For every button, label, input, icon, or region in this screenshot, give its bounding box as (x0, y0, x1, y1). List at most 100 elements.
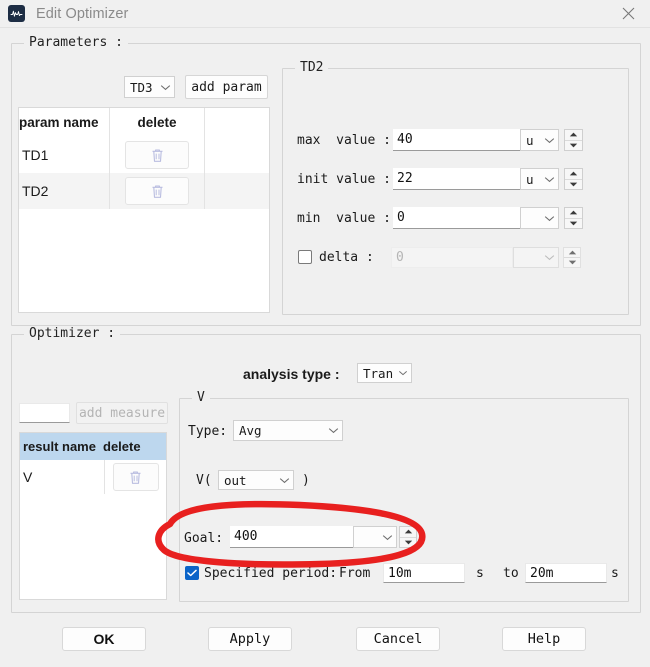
delta-value-input: 0 (391, 247, 513, 268)
to-label: to (503, 566, 519, 581)
stepper-down-icon (564, 258, 580, 267)
goal-input[interactable]: 400 (230, 526, 353, 548)
footer-button-bar: OK Apply Cancel Help (0, 620, 650, 667)
max-value-label: max value : (297, 133, 391, 148)
max-value-text: 40 (397, 132, 413, 147)
param-select-value: TD3 (130, 79, 153, 95)
analysis-type-select[interactable]: Tran (357, 363, 412, 383)
ok-label: OK (93, 631, 115, 647)
param-row-spacer (205, 137, 269, 173)
stepper-up-icon[interactable] (565, 208, 582, 219)
parameters-group-title: Parameters : (24, 35, 128, 50)
table-row[interactable]: V (20, 460, 166, 494)
param-select[interactable]: TD3 (124, 76, 175, 98)
result-header-delete: delete (103, 439, 141, 454)
result-table-header: result name delete (20, 433, 166, 460)
help-label: Help (527, 631, 561, 647)
max-value-input[interactable]: 40 (393, 129, 520, 151)
stepper-down-icon[interactable] (565, 180, 582, 190)
stepper-up-icon[interactable] (565, 169, 582, 180)
chevron-down-icon (544, 215, 555, 222)
init-value-stepper[interactable] (564, 168, 583, 190)
to-unit-label: s (611, 566, 619, 581)
parameters-header-delete: delete (110, 108, 205, 137)
min-value-input[interactable]: 0 (393, 207, 520, 229)
init-value-label: init value : (297, 172, 391, 187)
parameters-header-name: param name (19, 108, 110, 137)
add-param-button[interactable]: add param (185, 75, 268, 99)
cancel-button[interactable]: Cancel (356, 627, 440, 651)
to-value-text: 20m (530, 565, 554, 581)
param-row-delete-cell[interactable] (110, 173, 205, 209)
stepper-down-icon[interactable] (400, 538, 416, 548)
from-value-text: 10m (388, 565, 412, 581)
goal-stepper[interactable] (399, 526, 417, 548)
signal-prefix-label: V( (196, 473, 212, 488)
table-row[interactable]: TD2 (19, 173, 269, 209)
param-detail-group: TD2 (282, 60, 629, 315)
ok-button[interactable]: OK (62, 627, 146, 651)
goal-value-text: 400 (234, 529, 258, 544)
add-measure-button[interactable]: add measure (76, 402, 168, 424)
min-value-label: min value : (297, 211, 391, 226)
param-row-name: TD1 (19, 137, 110, 173)
chevron-down-icon (398, 370, 408, 376)
add-param-label: add param (191, 79, 262, 95)
parameters-table-header: param name delete (19, 108, 269, 137)
stepper-up-icon[interactable] (565, 130, 582, 141)
chevron-down-icon (544, 176, 555, 183)
to-input[interactable]: 20m (525, 563, 607, 583)
min-unit-select[interactable] (520, 207, 559, 229)
delta-label: delta : (319, 250, 374, 265)
init-unit-value: u (526, 171, 534, 187)
waveform-icon (8, 5, 25, 22)
max-value-stepper[interactable] (564, 129, 583, 151)
signal-value: out (224, 472, 247, 488)
chevron-down-icon (328, 427, 339, 434)
trash-icon[interactable] (112, 463, 159, 491)
init-unit-select[interactable]: u (520, 168, 559, 190)
optimizer-group-title: Optimizer : (24, 326, 121, 341)
max-unit-value: u (526, 132, 534, 148)
stepper-up-icon[interactable] (400, 527, 416, 538)
param-row-spacer (205, 173, 269, 209)
specified-period-checkbox[interactable] (185, 566, 199, 580)
chevron-down-icon (544, 137, 555, 144)
from-input[interactable]: 10m (383, 563, 465, 583)
goal-unit-select[interactable] (353, 526, 397, 548)
result-header-name: result name (23, 439, 96, 454)
window-title: Edit Optimizer (36, 5, 129, 22)
min-value-stepper[interactable] (564, 207, 583, 229)
table-row[interactable]: TD1 (19, 137, 269, 173)
stepper-up-icon (564, 248, 580, 258)
type-select[interactable]: Avg (233, 420, 343, 441)
parameters-header-spacer (205, 108, 269, 137)
param-row-delete-cell[interactable] (110, 137, 205, 173)
param-detail-group-title: TD2 (295, 60, 329, 75)
specified-period-label: Specified period: (204, 566, 338, 581)
analysis-type-label: analysis type : (243, 366, 340, 382)
measure-detail-group-title: V (192, 390, 210, 405)
measure-name-input[interactable] (19, 403, 70, 423)
param-row-name: TD2 (19, 173, 110, 209)
delta-value-text: 0 (396, 250, 404, 265)
stepper-down-icon[interactable] (565, 141, 582, 151)
help-button[interactable]: Help (502, 627, 586, 651)
min-value-text: 0 (397, 210, 405, 225)
close-icon[interactable] (606, 0, 650, 28)
max-unit-select[interactable]: u (520, 129, 559, 151)
apply-button[interactable]: Apply (208, 627, 292, 651)
parameters-table[interactable]: param name delete TD1 TD2 (18, 107, 270, 313)
delta-checkbox[interactable] (298, 250, 312, 264)
trash-icon[interactable] (125, 141, 189, 169)
apply-label: Apply (229, 631, 271, 647)
result-row-name: V (20, 460, 106, 494)
add-measure-label: add measure (78, 405, 166, 421)
result-table[interactable]: result name delete V (19, 432, 167, 600)
result-row-delete-cell[interactable] (105, 460, 166, 494)
signal-select[interactable]: out (218, 470, 294, 490)
stepper-down-icon[interactable] (565, 219, 582, 229)
trash-icon[interactable] (125, 177, 189, 205)
init-value-input[interactable]: 22 (393, 168, 520, 190)
delta-unit-select (513, 247, 559, 268)
